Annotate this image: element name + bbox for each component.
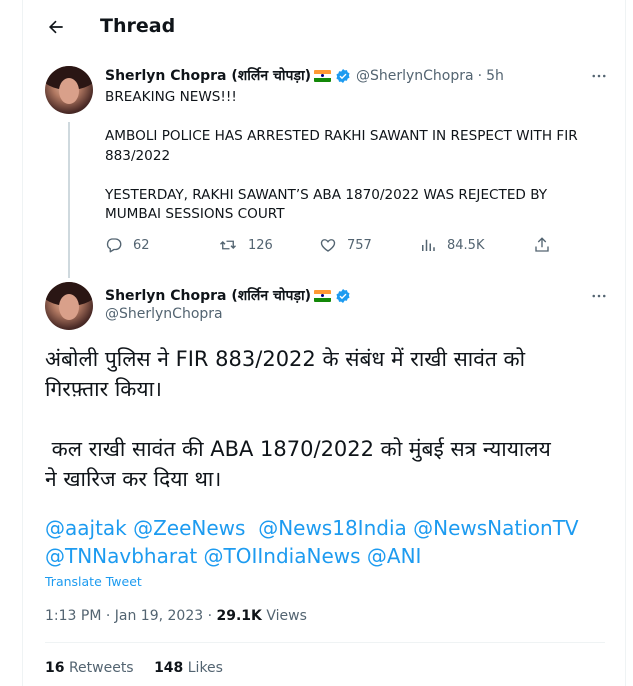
share-button[interactable] — [533, 236, 561, 254]
likes-label: Likes — [187, 660, 223, 676]
back-button[interactable] — [43, 14, 69, 40]
author-name[interactable]: Sherlyn Chopra (शर्लिन चोपड़ा) — [105, 66, 311, 85]
avatar[interactable] — [45, 66, 93, 114]
divider — [45, 642, 605, 643]
tweet-line: अंबोली पुलिस ने FIR 883/2022 के संबंध मे… — [45, 347, 526, 371]
reply-icon — [106, 238, 122, 253]
reply-button[interactable]: 62 — [105, 236, 150, 254]
tweet-author-row: Sherlyn Chopra (शर्लिन चोपड़ा) — [105, 286, 351, 305]
author-handle[interactable]: @SherlynChopra — [105, 306, 223, 322]
mention-link[interactable]: @NewsNationTV — [413, 516, 578, 540]
thread-column: Thread Sherlyn Chopra (शर्लिन चोपड़ा) @S… — [22, 0, 626, 686]
tweet-meta: 1:13 PM · Jan 19, 2023 · 29.1K Views — [45, 608, 307, 624]
mention-link[interactable]: @TOIIndiaNews — [204, 544, 361, 568]
reply-count: 62 — [133, 237, 150, 253]
tweet-line: कल राखी सावंत की ABA 1870/2022 को मुंबई … — [45, 437, 551, 461]
views-count: 84.5K — [447, 237, 485, 253]
more-button[interactable] — [589, 66, 609, 86]
tweet-timestamp[interactable]: 1:13 PM · Jan 19, 2023 — [45, 608, 203, 624]
tweet-author-row: Sherlyn Chopra (शर्लिन चोपड़ा) @SherlynC… — [105, 66, 504, 85]
retweet-icon — [220, 240, 236, 250]
india-flag-icon — [313, 69, 331, 82]
mentions-line: @TNNavbharat @TOIIndiaNews @ANI — [45, 542, 615, 570]
thread-header: Thread — [23, 0, 625, 54]
tweet-actions: 62 126 757 84.5K — [105, 236, 585, 260]
page-title: Thread — [100, 15, 176, 37]
separator-dot: · — [477, 67, 483, 84]
translate-tweet-link[interactable]: Translate Tweet — [45, 574, 142, 589]
separator-dot: · — [207, 608, 217, 624]
mention-link[interactable]: @News18India — [258, 516, 407, 540]
tweet-line: ने खारिज कर दिया था। — [45, 467, 222, 491]
author-handle[interactable]: @SherlynChopra — [356, 68, 474, 84]
share-icon — [535, 237, 549, 252]
verified-badge-icon — [336, 68, 350, 83]
views-icon — [422, 239, 435, 251]
like-count: 757 — [347, 237, 372, 253]
mention-link[interactable]: @ANI — [367, 544, 422, 568]
mentions-line: @aajtak @ZeeNews @News18India @NewsNatio… — [45, 514, 615, 542]
more-button[interactable] — [589, 286, 609, 306]
retweets-label: Retweets — [68, 660, 134, 676]
like-button[interactable]: 757 — [319, 236, 372, 254]
mention-link[interactable]: @ZeeNews — [133, 516, 245, 540]
retweet-button[interactable]: 126 — [218, 236, 273, 254]
retweets-stat[interactable]: 16 Retweets — [45, 660, 138, 676]
mention-link[interactable]: @TNNavbharat — [45, 544, 197, 568]
tweet-stats: 16 Retweets 148 Likes — [45, 660, 239, 676]
tweet-line: गिरफ़्तार किया। — [45, 377, 162, 401]
more-icon — [592, 294, 606, 298]
retweets-total: 16 — [45, 660, 65, 676]
mention-link[interactable]: @aajtak — [45, 516, 127, 540]
retweet-count: 126 — [248, 237, 273, 253]
tweet-paragraph: BREAKING NEWS!!! — [105, 89, 237, 105]
mentions: @aajtak @ZeeNews @News18India @NewsNatio… — [45, 514, 615, 570]
tweet-text: BREAKING NEWS!!! AMBOLI POLICE HAS ARRES… — [105, 88, 605, 225]
likes-total: 148 — [154, 660, 184, 676]
likes-stat[interactable]: 148 Likes — [154, 660, 223, 676]
like-icon — [320, 239, 336, 252]
thread-connector-line — [68, 122, 70, 278]
tweet-paragraph: AMBOLI POLICE HAS ARRESTED RAKHI SAWANT … — [105, 128, 578, 164]
views-total: 29.1K — [216, 608, 262, 624]
author-name[interactable]: Sherlyn Chopra (शर्लिन चोपड़ा) — [105, 286, 311, 305]
views-label: Views — [266, 608, 307, 624]
tweet-time[interactable]: 5h — [486, 68, 504, 84]
more-icon — [592, 74, 606, 78]
verified-badge-icon — [336, 288, 350, 303]
avatar[interactable] — [45, 282, 93, 330]
back-arrow-icon — [48, 20, 63, 34]
views-button[interactable]: 84.5K — [419, 236, 484, 254]
tweet-paragraph: YESTERDAY, RAKHI SAWANT’S ABA 1870/2022 … — [105, 186, 548, 223]
india-flag-icon — [313, 289, 331, 302]
main-tweet-text: अंबोली पुलिस ने FIR 883/2022 के संबंध मे… — [45, 344, 615, 494]
